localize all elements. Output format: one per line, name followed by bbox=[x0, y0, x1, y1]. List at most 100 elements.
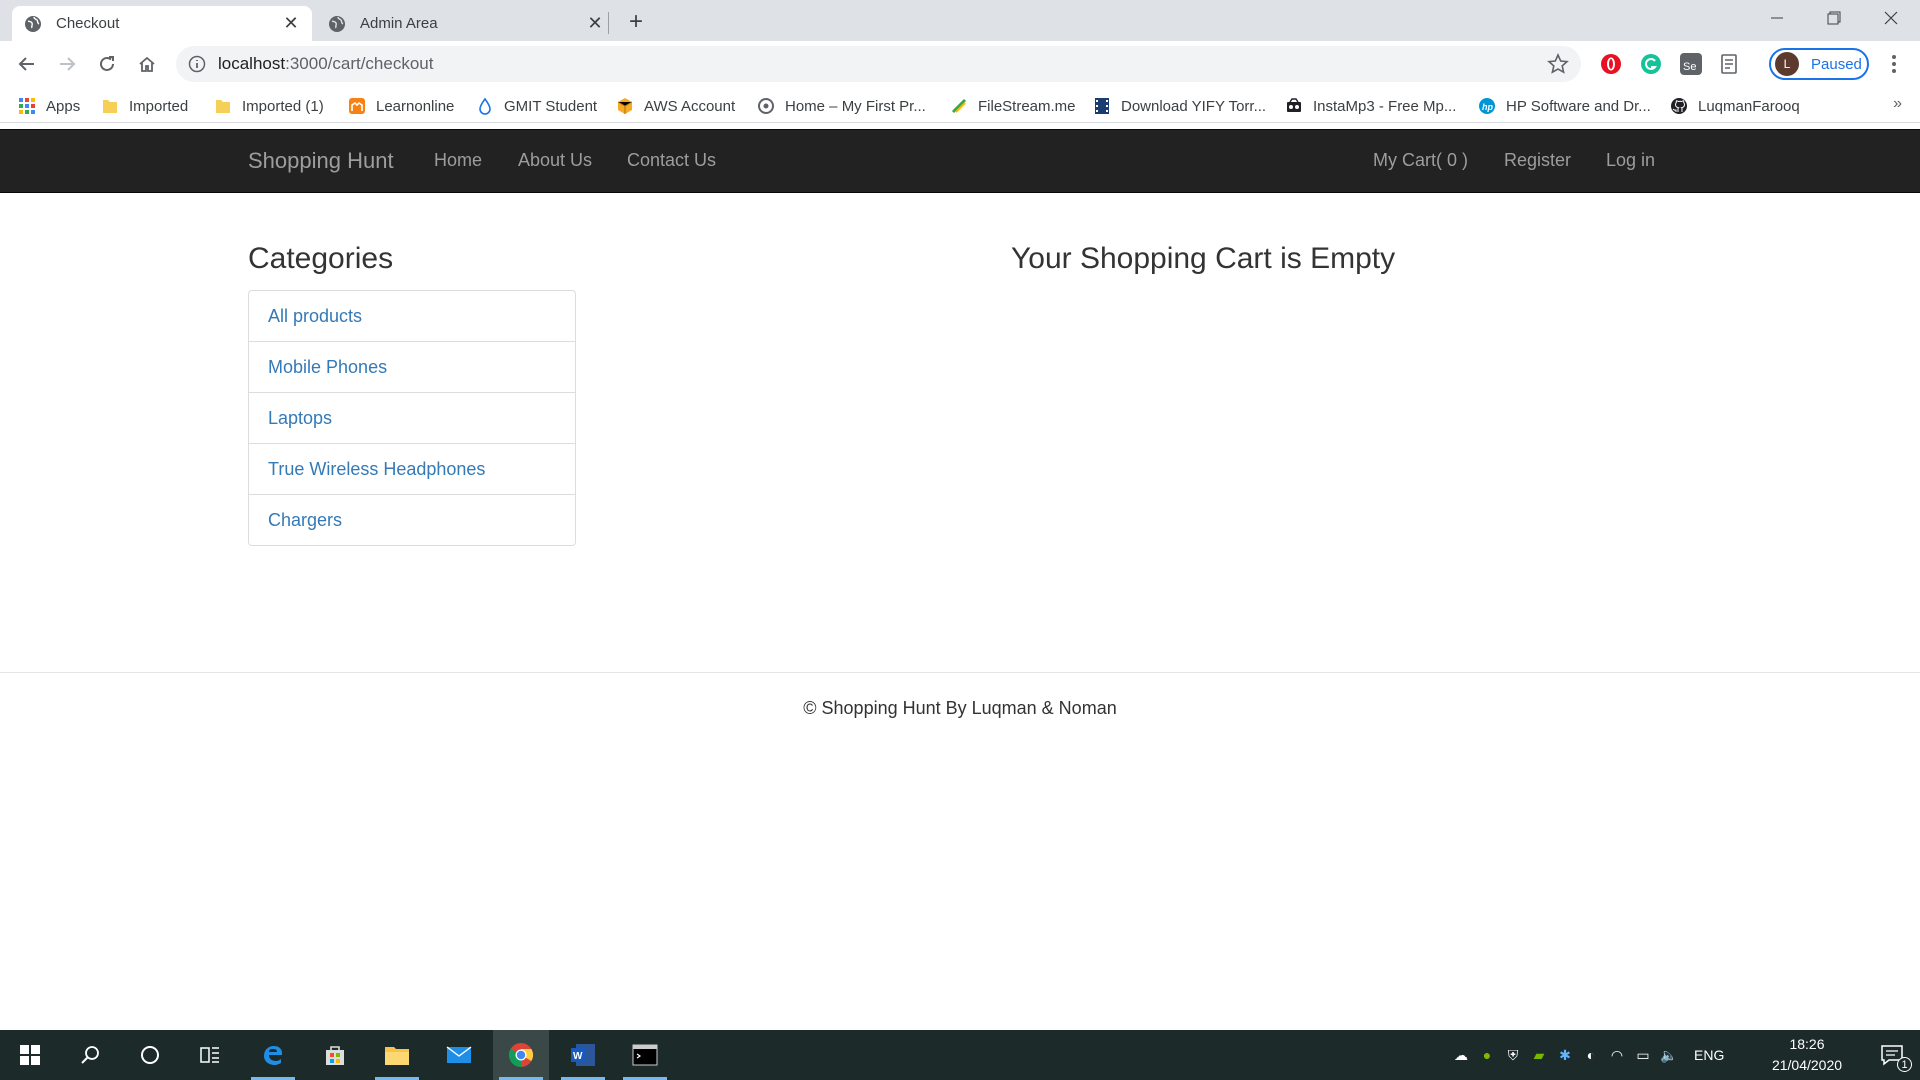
category-mobile-phones[interactable]: Mobile Phones bbox=[249, 342, 575, 393]
category-laptops[interactable]: Laptops bbox=[249, 393, 575, 444]
bookmark-label: Imported bbox=[129, 97, 189, 115]
aws-box-icon bbox=[617, 98, 633, 114]
bookmark-star-icon[interactable] bbox=[1547, 53, 1569, 75]
close-tab-icon[interactable]: ✕ bbox=[282, 13, 300, 33]
bookmarks-overflow-icon[interactable]: » bbox=[1893, 95, 1902, 113]
tab-admin-area[interactable]: Admin Area ✕ bbox=[316, 6, 616, 41]
globe-icon bbox=[329, 15, 345, 32]
selenium-icon[interactable]: Se bbox=[1680, 53, 1702, 75]
word-icon[interactable]: W bbox=[555, 1030, 611, 1080]
edge-icon[interactable] bbox=[245, 1030, 301, 1080]
moodle-icon bbox=[349, 98, 365, 114]
notifications-icon[interactable]: 1 bbox=[1864, 1030, 1920, 1080]
volume-icon[interactable]: 🔈 bbox=[1656, 1047, 1682, 1064]
file-explorer-icon[interactable] bbox=[369, 1030, 425, 1080]
notification-count-badge: 1 bbox=[1897, 1057, 1912, 1072]
reload-icon[interactable] bbox=[92, 49, 122, 79]
bookmark-label: GMIT Student bbox=[504, 97, 598, 115]
apps-grid-icon bbox=[19, 98, 35, 114]
folder-icon bbox=[103, 100, 117, 113]
nav-about-us[interactable]: About Us bbox=[518, 150, 592, 171]
tab-strip: Checkout ✕ Admin Area ✕ + bbox=[0, 0, 1920, 41]
windows-start-icon[interactable] bbox=[2, 1030, 58, 1080]
bookmark-label: Download YIFY Torr... bbox=[1121, 97, 1267, 115]
category-chargers[interactable]: Chargers bbox=[249, 495, 575, 545]
search-icon[interactable] bbox=[62, 1030, 118, 1080]
bookmark-aws-account[interactable]: AWS Account bbox=[616, 95, 735, 117]
forward-icon[interactable] bbox=[52, 49, 82, 79]
wifi-icon[interactable]: ◠ bbox=[1604, 1047, 1630, 1064]
bluetooth-icon[interactable]: ✱ bbox=[1552, 1047, 1578, 1064]
battery-icon[interactable]: ▭ bbox=[1630, 1047, 1656, 1064]
site-navbar: Shopping Hunt Home About Us Contact Us M… bbox=[0, 129, 1920, 193]
bookmark-luqmanfarooq[interactable]: LuqmanFarooq bbox=[1670, 95, 1800, 117]
bookmark-gmit-student[interactable]: GMIT Student bbox=[476, 95, 597, 117]
minimize-icon[interactable] bbox=[1749, 0, 1805, 36]
svg-text:Se: Se bbox=[1683, 61, 1696, 73]
avatar: L bbox=[1775, 52, 1799, 76]
categories-list: All products Mobile Phones Laptops True … bbox=[248, 290, 576, 546]
tab-checkout[interactable]: Checkout ✕ bbox=[12, 6, 312, 41]
home-icon[interactable] bbox=[132, 49, 162, 79]
nav-register[interactable]: Register bbox=[1504, 150, 1571, 171]
instamp3-icon bbox=[1287, 98, 1301, 112]
mail-icon[interactable] bbox=[431, 1030, 487, 1080]
tab-divider bbox=[608, 12, 609, 34]
category-true-wireless-headphones[interactable]: True Wireless Headphones bbox=[249, 444, 575, 495]
new-tab-button[interactable]: + bbox=[622, 8, 650, 36]
bookmark-imported[interactable]: Imported bbox=[101, 95, 188, 117]
category-all-products[interactable]: All products bbox=[249, 291, 575, 342]
defender-icon[interactable]: ⛨ bbox=[1500, 1047, 1526, 1064]
browser-toolbar: localhost:3000/cart/checkout Se L Paused bbox=[0, 41, 1920, 87]
chrome-taskbar-icon[interactable] bbox=[493, 1030, 549, 1080]
svg-text:hp: hp bbox=[1482, 102, 1493, 112]
network-app-icon[interactable]: ● bbox=[1474, 1047, 1500, 1063]
notes-extension-icon[interactable] bbox=[1718, 53, 1740, 75]
svg-text:W: W bbox=[573, 1051, 583, 1062]
task-view-icon[interactable] bbox=[182, 1030, 238, 1080]
microsoft-store-icon[interactable] bbox=[307, 1030, 363, 1080]
bookmark-home-first-project[interactable]: Home – My First Pr... bbox=[757, 95, 926, 117]
address-bar[interactable]: localhost:3000/cart/checkout bbox=[176, 46, 1581, 82]
nav-log-in[interactable]: Log in bbox=[1606, 150, 1655, 171]
opera-adblock-icon[interactable] bbox=[1600, 53, 1622, 75]
browser-menu-icon[interactable] bbox=[1884, 53, 1904, 75]
brand-link[interactable]: Shopping Hunt bbox=[248, 148, 394, 174]
bookmark-label: Home – My First Pr... bbox=[785, 97, 926, 115]
tab-title: Admin Area bbox=[360, 15, 438, 32]
url-path: :3000/cart/checkout bbox=[285, 54, 434, 73]
bookmark-apps[interactable]: Apps bbox=[18, 95, 80, 117]
bookmark-label: HP Software and Dr... bbox=[1506, 97, 1651, 115]
grammarly-icon[interactable] bbox=[1640, 53, 1662, 75]
browser-chrome: Checkout ✕ Admin Area ✕ + localhost:3000… bbox=[0, 0, 1920, 129]
film-icon bbox=[1095, 98, 1109, 114]
nav-my-cart[interactable]: My Cart( 0 ) bbox=[1373, 150, 1468, 171]
clock-date: 21/04/2020 bbox=[1771, 1057, 1843, 1073]
bookmark-instamp3[interactable]: InstaMp3 - Free Mp... bbox=[1285, 95, 1456, 117]
bookmark-yify[interactable]: Download YIFY Torr... bbox=[1093, 95, 1266, 117]
system-clock[interactable]: 18:26 21/04/2020 bbox=[1762, 1034, 1852, 1076]
nav-contact-us[interactable]: Contact Us bbox=[627, 150, 716, 171]
windows-taskbar: W ☁ ● ⛨ ▰ ✱ ◐ ◠ ▭ 🔈 ENG 18:26 21/04/2020… bbox=[0, 1030, 1920, 1080]
back-icon[interactable] bbox=[12, 49, 42, 79]
profile-button[interactable]: L Paused bbox=[1769, 48, 1869, 80]
cortana-icon[interactable] bbox=[122, 1030, 178, 1080]
close-tab-icon[interactable]: ✕ bbox=[586, 13, 604, 33]
terminal-icon[interactable] bbox=[617, 1030, 673, 1080]
bookmark-imported-1[interactable]: Imported (1) bbox=[214, 95, 324, 117]
categories-heading: Categories bbox=[248, 242, 394, 275]
nvidia-icon[interactable]: ▰ bbox=[1526, 1047, 1552, 1064]
bookmark-label: Imported (1) bbox=[242, 97, 324, 115]
gmit-icon bbox=[479, 97, 491, 115]
onedrive-icon[interactable]: ☁ bbox=[1448, 1047, 1474, 1064]
app-tray-icon[interactable]: ◐ bbox=[1578, 1047, 1604, 1063]
bookmark-learnonline[interactable]: Learnonline bbox=[348, 95, 454, 117]
info-icon[interactable] bbox=[188, 55, 206, 73]
bookmark-hp-software[interactable]: hp HP Software and Dr... bbox=[1478, 95, 1651, 117]
restore-icon[interactable] bbox=[1806, 0, 1862, 36]
bookmark-filestream[interactable]: FileStream.me bbox=[950, 95, 1076, 117]
nav-home[interactable]: Home bbox=[434, 150, 482, 171]
bookmarks-bar: Apps Imported Imported (1) Learnonline G… bbox=[0, 87, 1920, 123]
language-indicator[interactable]: ENG bbox=[1694, 1047, 1724, 1063]
close-window-icon[interactable] bbox=[1863, 0, 1919, 36]
